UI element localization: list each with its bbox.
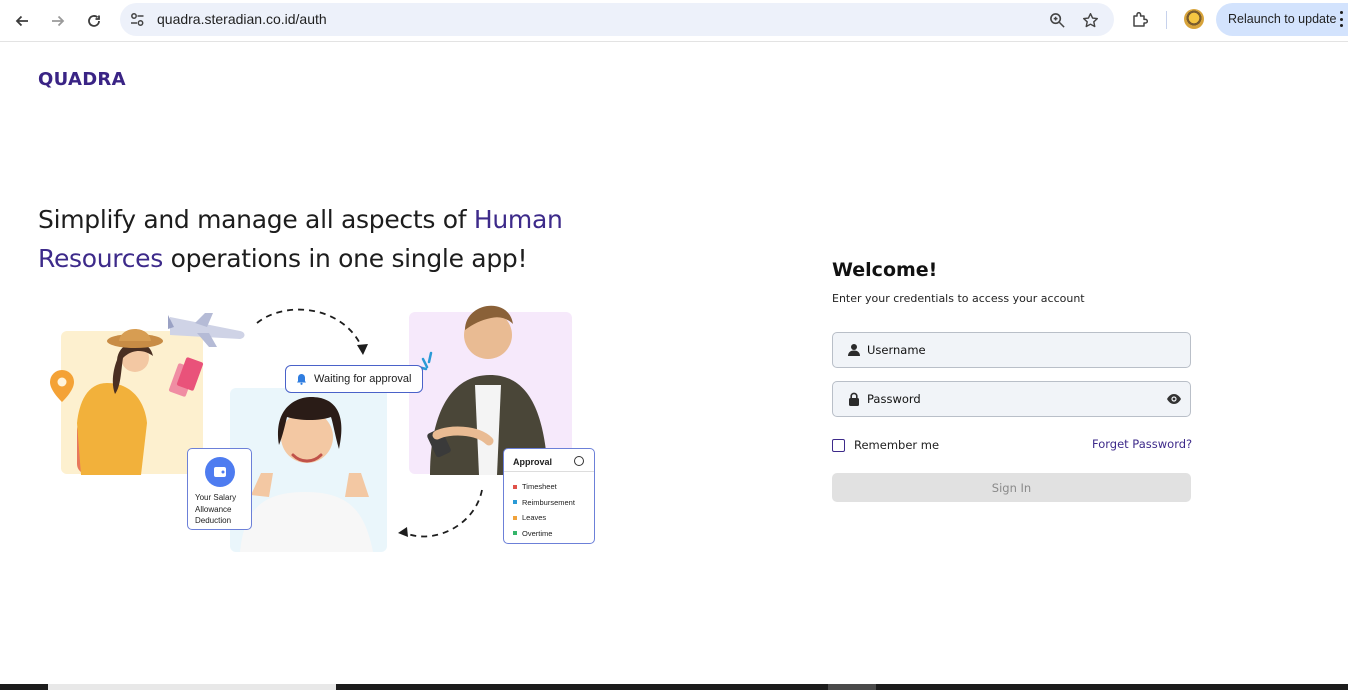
bell-icon <box>297 374 306 385</box>
airplane-icon <box>168 313 245 347</box>
headline-text-1: Simplify and manage all aspects of <box>38 205 474 234</box>
zoom-icon[interactable] <box>1047 10 1067 30</box>
info-icon <box>574 456 584 466</box>
flow-arrow-bottom <box>404 489 483 538</box>
extensions-icon[interactable] <box>1130 10 1150 30</box>
forward-icon[interactable] <box>44 7 72 35</box>
password-field[interactable] <box>832 381 1191 417</box>
url-text[interactable]: quadra.steradian.co.id/auth <box>157 11 327 27</box>
traveler-person <box>77 329 204 475</box>
username-input[interactable] <box>867 333 1167 367</box>
more-menu-icon[interactable] <box>1340 11 1344 27</box>
approval-item: Timesheet <box>513 479 575 495</box>
taskbar-edge <box>0 684 1348 690</box>
approval-item: Leaves <box>513 510 575 526</box>
relaunch-button[interactable]: Relaunch to update <box>1216 3 1348 36</box>
approval-divider <box>504 471 594 472</box>
employee-person <box>240 397 373 552</box>
login-subtitle: Enter your credentials to access your ac… <box>832 292 1085 305</box>
forget-password-link[interactable]: Forget Password? <box>1092 437 1192 451</box>
hero-headline: Simplify and manage all aspects of Human… <box>38 200 638 278</box>
approval-card: Approval Timesheet Reimbursement Leaves … <box>503 448 595 544</box>
salary-card: Your Salary Allowance Deduction <box>187 448 252 530</box>
lock-icon <box>849 392 859 406</box>
bookmark-star-icon[interactable] <box>1080 10 1100 30</box>
back-icon[interactable] <box>8 7 36 35</box>
user-icon <box>848 344 860 356</box>
taskbar-segment <box>828 684 876 690</box>
approval-title: Approval <box>513 457 553 467</box>
address-bar[interactable]: quadra.steradian.co.id/auth <box>120 3 1114 36</box>
site-info-icon[interactable] <box>129 11 146 28</box>
flow-arrow-top <box>256 308 364 351</box>
remember-me[interactable]: Remember me <box>832 438 939 452</box>
taskbar-segment <box>48 684 336 690</box>
password-input[interactable] <box>867 382 1167 416</box>
reload-icon[interactable] <box>80 7 108 35</box>
toolbar-divider <box>1166 11 1167 29</box>
username-field[interactable] <box>832 332 1191 368</box>
headline-text-2: operations in one single app! <box>162 244 528 273</box>
approval-item: Overtime <box>513 526 575 542</box>
sign-in-button[interactable]: Sign In <box>832 473 1191 502</box>
show-password-eye-icon[interactable] <box>1166 391 1182 407</box>
remember-me-checkbox[interactable] <box>832 438 845 452</box>
brand-logo[interactable]: QUADRA <box>38 69 126 90</box>
remember-me-label[interactable]: Remember me <box>854 438 939 452</box>
waiting-approval-badge: Waiting for approval <box>285 365 423 393</box>
hero-illustration: Waiting for approval Your Salary Allowan… <box>45 295 605 557</box>
salary-card-label: Your Salary Allowance Deduction <box>195 493 237 525</box>
approval-item: Reimbursement <box>513 495 575 511</box>
approval-list: Timesheet Reimbursement Leaves Overtime <box>513 479 575 541</box>
welcome-title: Welcome! <box>832 259 938 281</box>
profile-avatar[interactable] <box>1184 9 1204 29</box>
relaunch-label: Relaunch to update <box>1228 12 1337 26</box>
waiting-badge-label: Waiting for approval <box>314 373 412 385</box>
wallet-icon <box>205 457 235 487</box>
browser-toolbar: quadra.steradian.co.id/auth Relaunch to … <box>0 0 1348 42</box>
location-pin-icon <box>50 370 74 402</box>
